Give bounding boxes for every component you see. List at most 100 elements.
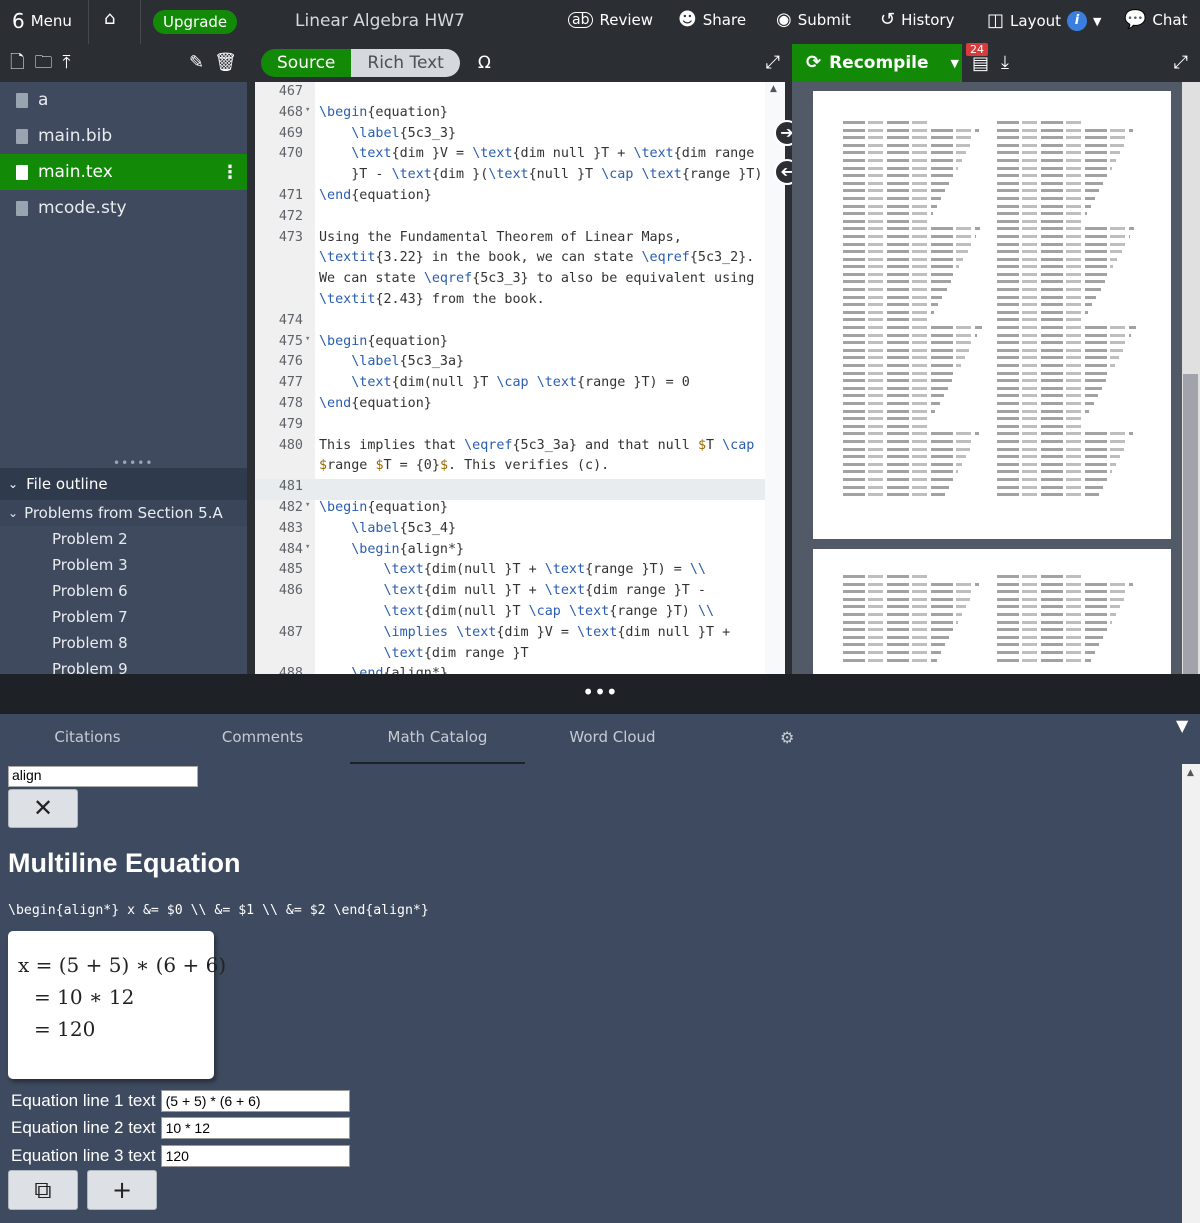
equation-line-1-input[interactable]: (5 + 5) * (6 + 6) — [160, 1090, 350, 1112]
editor-line[interactable]: 487 \implies \text{dim }V = \text{dim nu… — [255, 625, 765, 646]
chevron-down-icon[interactable]: ▼ — [951, 58, 959, 69]
fold-toggle-icon[interactable]: ▾ — [305, 334, 310, 344]
recompile-button[interactable]: ⟳ Recompile ▼ — [792, 44, 962, 82]
editor-line[interactable]: 485 \text{dim(null }T + \text{range }T) … — [255, 562, 765, 583]
panel-resize-handle[interactable]: ••• — [0, 674, 1200, 714]
pdf-text-line — [997, 250, 1122, 254]
editor-line[interactable]: 486 \text{dim null }T + \text{dim range … — [255, 583, 765, 604]
file-menu-icon[interactable]: ⋮ — [221, 162, 239, 183]
fold-toggle-icon[interactable]: ▾ — [305, 105, 310, 115]
share-button[interactable]: ☻ Share — [678, 11, 746, 30]
editor-line[interactable]: 467 — [255, 84, 765, 105]
editor-line[interactable]: 476 \label{5c3_3a} — [255, 354, 765, 375]
editor-line[interactable]: $range $T = {0}$. This verifies (c). — [255, 458, 765, 479]
tab-word-cloud[interactable]: Word Cloud — [525, 714, 700, 764]
pdf-viewer[interactable] — [792, 82, 1192, 674]
editor-line[interactable]: 478 \end{equation} — [255, 396, 765, 417]
file-item[interactable]: mcode.sty — [0, 190, 247, 226]
outline-item[interactable]: Problem 2 — [0, 526, 247, 552]
code-text: This implies that \eqref{5c3_3a} and tha… — [319, 437, 755, 453]
editor-line[interactable]: \text{dim(null }T \cap \text{range }T) \… — [255, 604, 765, 625]
editor-line[interactable]: 483 \label{5c3_4} — [255, 521, 765, 542]
gear-icon[interactable]: ⚙ — [780, 728, 794, 747]
review-button[interactable]: ab Review — [568, 11, 653, 29]
editor-line[interactable]: }T - \text{dim }(\text{null }T \cap \tex… — [255, 167, 765, 188]
file-item[interactable]: a — [0, 82, 247, 118]
symbol-palette-button[interactable]: Ω — [478, 53, 491, 73]
rich-text-mode-button[interactable]: Rich Text — [351, 49, 460, 77]
fold-toggle-icon[interactable]: ▾ — [305, 500, 310, 510]
file-item[interactable]: main.bib — [0, 118, 247, 154]
editor-line[interactable]: \textit{2.43} from the book. — [255, 292, 765, 313]
chat-button[interactable]: 💬 Chat — [1124, 11, 1187, 30]
math-search-input[interactable]: align — [8, 766, 198, 787]
panel-scrollbar[interactable]: ▲ — [1182, 764, 1200, 1223]
rename-pencil-icon[interactable]: ✎ — [189, 54, 204, 72]
add-line-button[interactable]: + — [87, 1170, 157, 1210]
new-folder-icon[interactable]: 🗀 — [34, 54, 52, 72]
editor-line[interactable]: 474 — [255, 313, 765, 334]
submit-button[interactable]: ◉ Submit — [776, 11, 851, 30]
tab-citations[interactable]: Citations — [0, 714, 175, 764]
file-outline-toggle[interactable]: ⌄ File outline — [0, 468, 247, 500]
editor-line[interactable]: 472 — [255, 209, 765, 230]
left-splitter[interactable] — [247, 82, 255, 674]
pdf-text-line — [843, 151, 967, 155]
project-title[interactable]: Linear Algebra HW7 — [295, 11, 465, 31]
outline-item[interactable]: Problem 6 — [0, 578, 247, 604]
editor-line[interactable]: 479 — [255, 417, 765, 438]
editor-line[interactable]: 481 — [255, 479, 765, 500]
pdf-text-line — [843, 605, 967, 609]
pdf-text-line — [843, 280, 951, 284]
logs-button[interactable]: ▤ 24 — [966, 42, 989, 74]
history-button[interactable]: ↺ History — [880, 11, 954, 30]
editor-line[interactable]: 484 ▾ \begin{align*} — [255, 542, 765, 563]
file-icon — [16, 128, 28, 144]
editor-line[interactable]: 470 \text{dim }V = \text{dim null }T + \… — [255, 146, 765, 167]
editor-line[interactable]: 471 \end{equation} — [255, 188, 765, 209]
expand-icon[interactable]: ⤢ — [766, 54, 780, 72]
delete-trash-icon[interactable]: 🗑 — [214, 54, 237, 72]
pdf-scrollbar-thumb[interactable] — [1183, 374, 1198, 674]
expand-icon[interactable]: ⤢ — [1174, 54, 1188, 72]
editor-line[interactable]: 468 ▾ \begin{equation} — [255, 105, 765, 126]
outline-item[interactable]: Problem 9 — [0, 656, 247, 674]
download-pdf-icon[interactable]: ⤓ — [1001, 54, 1009, 72]
fold-toggle-icon[interactable]: ▾ — [305, 542, 310, 552]
scroll-up-icon[interactable]: ▲ — [770, 84, 777, 94]
menu-button[interactable]: 6 Menu — [12, 11, 72, 31]
code-editor[interactable]: 467 468 ▾ \begin{equation} 469 \label{5c3_3}… — [255, 82, 765, 674]
outline-item[interactable]: Problem 7 — [0, 604, 247, 630]
tab-comments[interactable]: Comments — [175, 714, 350, 764]
clear-search-button[interactable]: ✕ — [8, 789, 78, 828]
editor-line[interactable]: 482 ▾ \begin{equation} — [255, 500, 765, 521]
editor-line[interactable]: 475 ▾ \begin{equation} — [255, 334, 765, 355]
editor-line[interactable]: \text{dim range }T — [255, 646, 765, 667]
home-button[interactable]: ⌂ — [104, 10, 115, 28]
copy-button[interactable]: ⧉ — [8, 1170, 78, 1210]
equation-line-3-input[interactable]: 120 — [160, 1145, 350, 1167]
editor-line[interactable]: 477 \text{dim(null }T \cap \text{range }… — [255, 375, 765, 396]
layout-button[interactable]: ◫ Layout i ▼ — [987, 11, 1101, 31]
pdf-text-line — [843, 658, 937, 662]
source-mode-button[interactable]: Source — [261, 49, 352, 77]
file-item[interactable]: main.tex ⋮ — [0, 154, 247, 190]
editor-line[interactable]: We can state \eqref{5c3_3} to also be eq… — [255, 271, 765, 292]
editor-line[interactable]: \textit{3.22} in the book, we can state … — [255, 250, 765, 271]
collapse-panel-icon[interactable]: ▼ — [1176, 716, 1188, 735]
editor-line[interactable]: 480 This implies that \eqref{5c3_3a} and … — [255, 438, 765, 459]
editor-line[interactable]: 469 \label{5c3_3} — [255, 126, 765, 147]
upgrade-button[interactable]: Upgrade — [153, 10, 238, 34]
outline-item[interactable]: Problem 3 — [0, 552, 247, 578]
editor-line[interactable]: 473 Using the Fundamental Theorem of Line… — [255, 230, 765, 251]
equation-line-2-input[interactable]: 10 * 12 — [160, 1117, 350, 1139]
pdf-text-line — [997, 181, 1104, 185]
editor-line[interactable]: 488 \end{align*} — [255, 666, 765, 674]
upload-icon[interactable]: ⤒ — [62, 54, 70, 72]
scroll-up-icon[interactable]: ▲ — [1187, 768, 1194, 778]
outline-item[interactable]: Problem 8 — [0, 630, 247, 656]
new-file-icon[interactable]: 🗋 — [10, 54, 24, 72]
outline-section[interactable]: ⌄ Problems from Section 5.A — [0, 500, 247, 526]
pdf-text-line — [843, 356, 965, 360]
tab-math-catalog[interactable]: Math Catalog — [350, 714, 525, 764]
